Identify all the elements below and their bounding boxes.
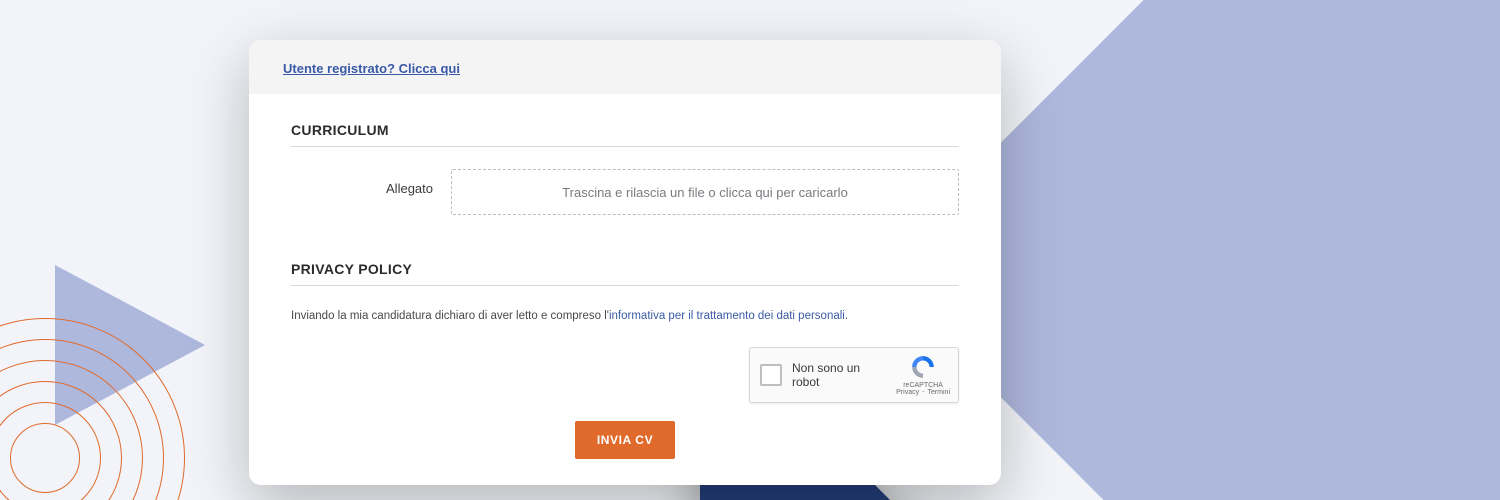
recaptcha-checkbox[interactable] bbox=[760, 364, 782, 386]
recaptcha-logo-icon bbox=[910, 354, 936, 380]
dropzone-text: Trascina e rilascia un file o clicca qui… bbox=[562, 185, 848, 200]
recaptcha-label: Non sono un robot bbox=[792, 361, 886, 389]
recaptcha-badge: reCAPTCHA Privacy - Termini bbox=[896, 354, 950, 397]
application-card: Utente registrato? Clicca qui CURRICULUM… bbox=[249, 40, 1001, 485]
submit-button[interactable]: INVIA CV bbox=[575, 421, 675, 459]
card-header: Utente registrato? Clicca qui bbox=[249, 40, 1001, 94]
recaptcha-container: Non sono un robot reCAPTCHA Privacy bbox=[291, 347, 959, 403]
decor-concentric-circles bbox=[0, 318, 185, 500]
recaptcha-terms-link[interactable]: Termini bbox=[927, 389, 950, 397]
recaptcha-privacy-link[interactable]: Privacy bbox=[896, 389, 919, 397]
attachment-row: Allegato Trascina e rilascia un file o c… bbox=[291, 169, 959, 215]
recaptcha-brand: reCAPTCHA bbox=[896, 382, 950, 390]
section-title-curriculum: CURRICULUM bbox=[291, 104, 959, 147]
recaptcha-widget: Non sono un robot reCAPTCHA Privacy bbox=[749, 347, 959, 403]
submit-row: INVIA CV bbox=[291, 421, 959, 459]
page-stage: Utente registrato? Clicca qui CURRICULUM… bbox=[0, 0, 1500, 500]
privacy-link[interactable]: informativa per il trattamento dei dati … bbox=[609, 310, 845, 322]
privacy-text-suffix: . bbox=[845, 310, 848, 322]
card-body: CURRICULUM Allegato Trascina e rilascia … bbox=[249, 94, 1001, 485]
login-link[interactable]: Utente registrato? Clicca qui bbox=[283, 61, 460, 76]
file-dropzone[interactable]: Trascina e rilascia un file o clicca qui… bbox=[451, 169, 959, 215]
attachment-label: Allegato bbox=[291, 169, 451, 215]
privacy-text: Inviando la mia candidatura dichiaro di … bbox=[291, 308, 959, 325]
section-title-privacy: PRIVACY POLICY bbox=[291, 243, 959, 286]
privacy-text-prefix: Inviando la mia candidatura dichiaro di … bbox=[291, 310, 609, 322]
